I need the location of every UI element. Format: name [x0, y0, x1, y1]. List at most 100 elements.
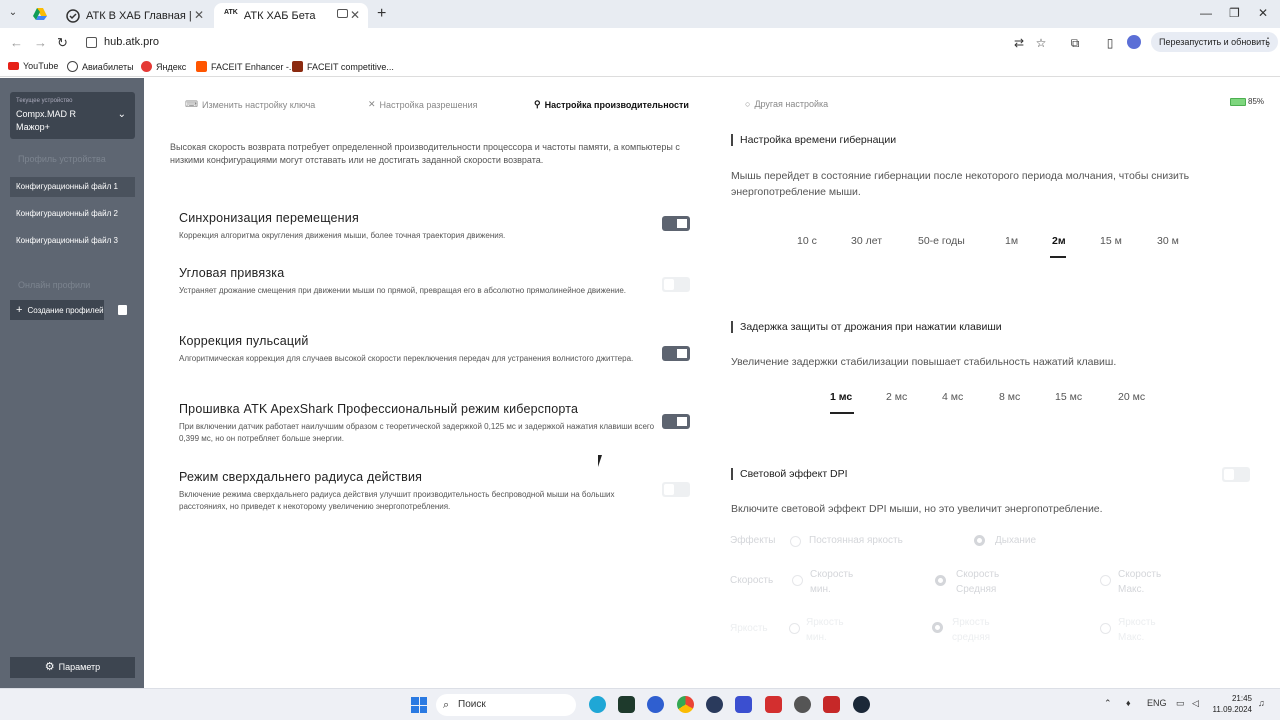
translate-icon[interactable]: ⇄	[1012, 36, 1026, 50]
sidebar-item-config-3[interactable]: Конфигурационный файл 3	[10, 231, 135, 251]
tab-close-icon[interactable]: ✕	[194, 8, 204, 22]
speed-radio-mid[interactable]	[935, 575, 946, 586]
restore-icon[interactable]: ❐	[1229, 6, 1240, 20]
tab-search-icon[interactable]: ⌄	[6, 7, 20, 21]
long-range-toggle[interactable]	[662, 482, 690, 497]
effect-radio-constant[interactable]	[790, 536, 801, 547]
save-app-icon[interactable]	[735, 696, 752, 713]
hibernation-option[interactable]: 30 м	[1157, 235, 1179, 247]
effect-radio-breathing[interactable]	[974, 535, 985, 546]
bookmark-yandex[interactable]: Яндекс	[141, 61, 186, 72]
tab-other[interactable]: ○ Другая настройка	[745, 99, 828, 109]
browser-menu-icon[interactable]: ⋮	[1262, 35, 1274, 49]
sidebar-item-config-1[interactable]: Конфигурационный файл 1	[10, 177, 135, 197]
taskbar-clock[interactable]: 21:45 11.09.2024	[1212, 693, 1252, 715]
debounce-option[interactable]: 15 мс	[1055, 391, 1082, 403]
address-bar: ← → ↻ hub.atk.pro ⇄ ☆ ⧉ ▯	[0, 28, 1280, 57]
brightness-radio-min[interactable]	[789, 623, 800, 634]
tab-label: Настройка разрешения	[379, 99, 478, 110]
hibernation-option[interactable]: 1м	[1005, 235, 1018, 247]
hibernation-option[interactable]: 10 с	[797, 235, 817, 247]
speed-radio-max[interactable]	[1100, 575, 1111, 586]
sidepanel-icon[interactable]: ▯	[1103, 36, 1117, 50]
reload-icon[interactable]: ↻	[57, 35, 68, 51]
speed-radio-min[interactable]	[792, 575, 803, 586]
search-label: Поиск	[458, 699, 486, 710]
gear-icon: ⚙	[44, 661, 55, 673]
brightness-radio-max[interactable]	[1100, 623, 1111, 634]
angle-snap-toggle[interactable]	[662, 277, 690, 292]
tab-atk-beta[interactable]: ATK АТК ХАБ Бета ✕	[214, 3, 368, 28]
brightness-label: Яркость	[730, 623, 768, 634]
chrome-icon[interactable]	[677, 696, 694, 713]
tray-chevron-icon[interactable]: ⌃	[1104, 698, 1112, 709]
forward-icon[interactable]: →	[34, 35, 47, 50]
steam-icon[interactable]	[853, 696, 870, 713]
hibernation-option[interactable]: 30 лет	[851, 235, 882, 247]
setting-description: Включение режима сверхдальнего радиуса д…	[179, 490, 615, 511]
browser-app-icon[interactable]	[647, 696, 664, 713]
profile-avatar[interactable]	[1127, 35, 1141, 49]
new-tab-button[interactable]: +	[377, 5, 386, 23]
section-heading: Световой эффект DPI	[731, 468, 1231, 480]
chevron-down-icon[interactable]: ⌄	[118, 109, 126, 120]
google-drive-icon[interactable]	[32, 6, 48, 22]
motion-sync-toggle[interactable]	[662, 216, 690, 231]
speed-label: Скорость	[730, 575, 774, 586]
extensions-icon[interactable]: ⧉	[1068, 36, 1082, 50]
clock-time: 21:45	[1231, 694, 1252, 703]
settings-button[interactable]: ⚙ Параметр	[10, 657, 135, 678]
microphone-icon[interactable]: ♦	[1126, 698, 1131, 708]
browser-tab-bar: ⌄ АТК В ХАБ Главная | ✕ ATK АТК ХАБ Бета…	[0, 0, 1280, 28]
hibernation-option[interactable]: 15 м	[1100, 235, 1122, 247]
sidebar-item-config-2[interactable]: Конфигурационный файл 2	[10, 204, 135, 224]
back-icon[interactable]: ←	[10, 35, 23, 50]
bookmark-youtube[interactable]: YouTube	[8, 61, 58, 71]
app-icon[interactable]	[706, 696, 723, 713]
bookmark-aviatickets[interactable]: Авиабилеты	[67, 61, 134, 72]
volume-icon[interactable]: ◁	[1192, 698, 1199, 709]
debounce-option[interactable]: 20 мс	[1118, 391, 1145, 403]
create-profile-label: Создание профилей	[27, 306, 104, 315]
bookmark-label: Авиабилеты	[82, 61, 134, 72]
taskbar-search[interactable]: ⌕ Поиск	[436, 694, 576, 716]
tab-resolution[interactable]: ✕ Настройка разрешения	[368, 99, 478, 110]
hibernation-option-selected[interactable]: 2м	[1052, 235, 1066, 247]
esports-mode-toggle[interactable]	[662, 414, 690, 429]
window-close-icon[interactable]: ✕	[1258, 6, 1268, 20]
hibernation-option[interactable]: 50-е годы	[918, 235, 965, 247]
site-info-icon[interactable]	[86, 37, 97, 48]
bookmark-star-icon[interactable]: ☆	[1034, 36, 1048, 50]
debounce-option[interactable]: 8 мс	[999, 391, 1020, 403]
debounce-option-selected[interactable]: 1 мс	[830, 391, 852, 403]
brightness-radio-mid[interactable]	[932, 622, 943, 633]
import-profile-icon[interactable]	[118, 305, 127, 315]
bookmark-faceit-competitive[interactable]: FACEIT competitive...	[292, 61, 394, 72]
network-icon[interactable]: ▭	[1176, 698, 1185, 709]
taskbar: ⌕ Поиск ⌃ ♦ ENG ▭ ◁ 21:45 11.09.2024 ♫	[0, 688, 1280, 720]
vim-icon[interactable]	[618, 696, 635, 713]
relaunch-update-button[interactable]: Перезапустить и обновить	[1151, 32, 1278, 52]
app-red-icon[interactable]	[823, 696, 840, 713]
device-selector[interactable]: Текущее устройство Compx.MAD R Мажор+ ⌄	[10, 92, 135, 139]
windows-start-icon[interactable]	[411, 697, 427, 713]
tab-key-settings[interactable]: ⌨ Изменить настройку ключа	[185, 99, 315, 110]
anydesk-icon[interactable]	[765, 696, 782, 713]
url-field[interactable]: hub.atk.pro	[104, 36, 159, 48]
game-app-icon[interactable]	[794, 696, 811, 713]
debounce-option[interactable]: 2 мс	[886, 391, 907, 403]
dpi-light-toggle[interactable]	[1222, 467, 1250, 482]
tab-performance[interactable]: ⚲ Настройка производительности	[534, 99, 689, 110]
debounce-option[interactable]: 4 мс	[942, 391, 963, 403]
tab-atk-main[interactable]: АТК В ХАБ Главная | ✕	[56, 3, 212, 28]
create-profile-button[interactable]: + Создание профилей	[10, 300, 104, 320]
bookmark-faceit-enhancer[interactable]: FACEIT Enhancer -...	[196, 61, 296, 72]
setting-angle-snap: Угловая привязка Устраняет дрожание смещ…	[179, 266, 659, 297]
notification-bell-icon[interactable]: ♫	[1258, 698, 1265, 708]
minimize-icon[interactable]: —	[1200, 6, 1212, 20]
edge-icon[interactable]	[589, 696, 606, 713]
language-indicator[interactable]: ENG	[1147, 698, 1167, 708]
picture-in-picture-icon[interactable]	[337, 9, 348, 18]
tab-close-icon[interactable]: ✕	[350, 8, 360, 22]
ripple-control-toggle[interactable]	[662, 346, 690, 361]
